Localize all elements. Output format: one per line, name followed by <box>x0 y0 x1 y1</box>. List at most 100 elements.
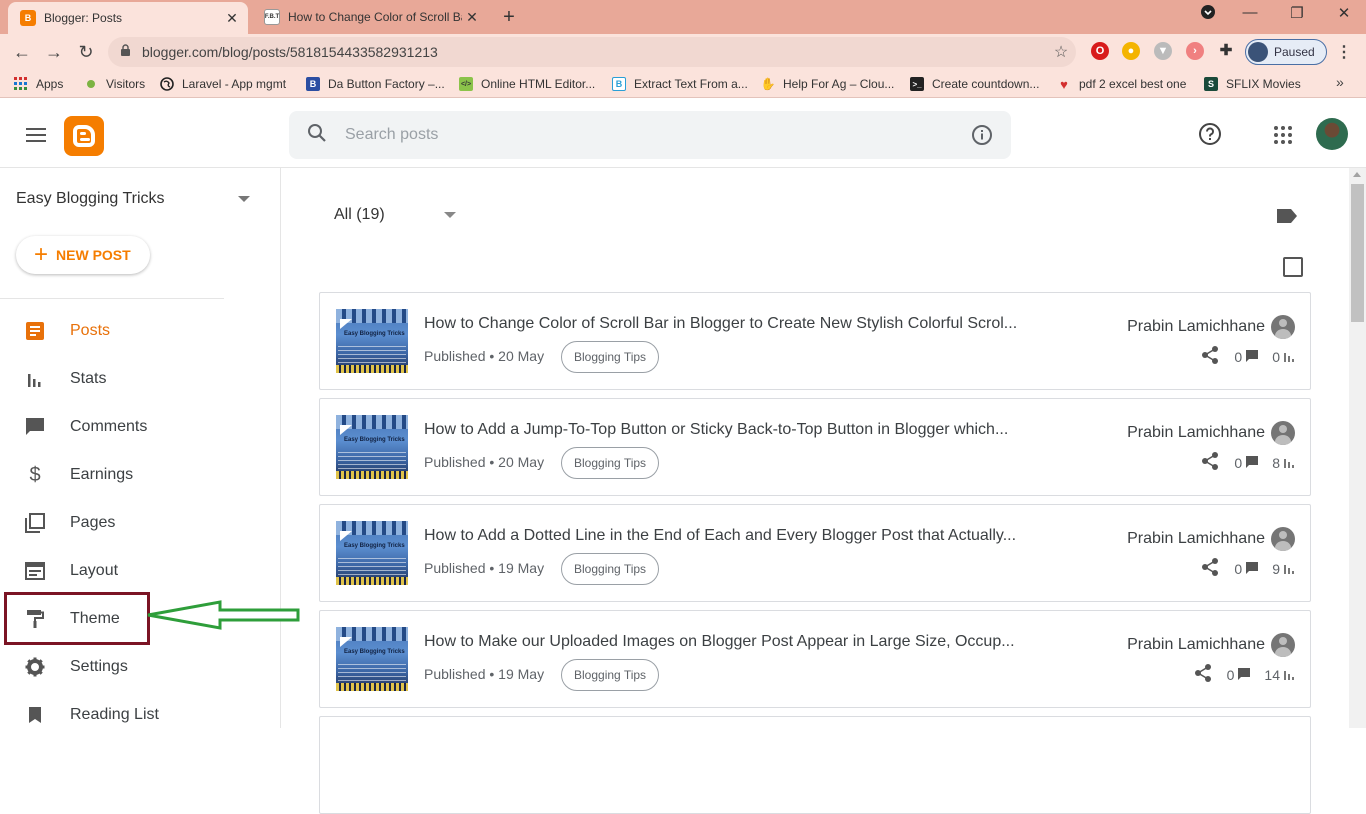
tab-blogger-posts[interactable]: B Blogger: Posts ✕ <box>8 2 248 34</box>
search-icon[interactable] <box>289 123 345 148</box>
select-all-checkbox[interactable] <box>1283 257 1303 277</box>
label-chip[interactable]: Blogging Tips <box>561 341 660 373</box>
label-chip[interactable]: Blogging Tips <box>561 447 660 479</box>
chevron-down-icon[interactable] <box>444 212 456 218</box>
label-chip[interactable]: Blogging Tips <box>561 659 660 691</box>
share-icon[interactable] <box>1193 663 1213 686</box>
bookmark-visitors[interactable]: Visitors <box>84 75 145 93</box>
view-count: 0 <box>1272 348 1280 365</box>
avatar[interactable] <box>1316 118 1348 150</box>
post-row[interactable]: Easy Blogging Tricks How to Add a Dotted… <box>319 504 1311 602</box>
dot-icon <box>84 77 98 91</box>
minimize-icon[interactable]: — <box>1240 4 1260 21</box>
google-apps-icon[interactable] <box>1274 126 1292 144</box>
bookmark-apps[interactable]: Apps <box>14 75 63 93</box>
bookmark-label: Da Button Factory –... <box>328 77 445 91</box>
new-post-button[interactable]: + NEW POST <box>16 236 150 274</box>
hamburger-menu-icon[interactable] <box>26 128 46 142</box>
post-title[interactable]: How to Change Color of Scroll Bar in Blo… <box>424 315 1034 333</box>
bookmark-online-html-editor[interactable]: </> Online HTML Editor... <box>459 75 595 93</box>
chevron-down-icon[interactable] <box>238 196 250 202</box>
search-info-icon[interactable] <box>953 124 1011 146</box>
post-row[interactable]: Easy Blogging Tricks How to Add a Jump-T… <box>319 398 1311 496</box>
sidebar-item-reading-list[interactable]: Reading List <box>0 691 281 739</box>
post-stats: 0 0 <box>1200 345 1294 368</box>
close-tab-icon[interactable]: ✕ <box>222 10 242 27</box>
post-status: Published • 19 May <box>424 560 545 576</box>
dollar-icon: $ <box>29 463 41 486</box>
post-title[interactable]: How to Add a Jump-To-Top Button or Stick… <box>424 421 1034 439</box>
sidebar-item-comments[interactable]: Comments <box>0 403 281 451</box>
share-icon[interactable] <box>1200 451 1220 474</box>
comment-count: 0 <box>1226 666 1235 683</box>
back-icon[interactable]: ← <box>10 40 34 64</box>
scrollbar[interactable] <box>1349 168 1366 728</box>
sidebar-item-stats[interactable]: Stats <box>0 355 281 403</box>
restore-icon[interactable]: ❐ <box>1287 4 1307 22</box>
button-factory-icon: B <box>306 77 320 91</box>
post-author: Prabin Lamichhane <box>1125 315 1295 339</box>
post-filter-dropdown[interactable]: All (19) <box>334 206 385 224</box>
bookmark-extract-text[interactable]: B Extract Text From a... <box>612 75 748 93</box>
apps-grid-icon <box>14 77 28 91</box>
comment-icon <box>1246 561 1259 577</box>
reload-icon[interactable]: ↻ <box>74 40 98 64</box>
sidebar-item-settings[interactable]: Settings <box>0 643 281 691</box>
bookmark-sflix-movies[interactable]: S SFLIX Movies <box>1204 75 1301 93</box>
bookmark-pdf-2-excel[interactable]: ♥ pdf 2 excel best one <box>1057 75 1186 93</box>
post-row[interactable]: Easy Blogging Tricks How to Make our Upl… <box>319 610 1311 708</box>
sidebar-item-pages[interactable]: Pages <box>0 499 281 547</box>
sidebar-item-layout[interactable]: Layout <box>0 547 281 595</box>
post-thumbnail[interactable]: Easy Blogging Tricks <box>336 521 408 585</box>
sidebar-item-earnings[interactable]: $ Earnings <box>0 451 281 499</box>
tab-scroll-bar-article[interactable]: F.B.T How to Change Color of Scroll Ba ✕ <box>252 0 488 34</box>
scrollbar-thumb[interactable] <box>1351 184 1364 322</box>
bookmark-help-for-ag[interactable]: ✋ Help For Ag – Clou... <box>761 75 895 93</box>
blogger-logo[interactable] <box>64 116 104 156</box>
author-avatar <box>1271 315 1295 339</box>
author-avatar <box>1271 421 1295 445</box>
bookmark-da-button-factory[interactable]: B Da Button Factory –... <box>306 75 445 93</box>
bookmark-laravel[interactable]: Laravel - App mgmt <box>160 75 286 93</box>
forward-icon[interactable]: → <box>42 40 66 64</box>
extension-icon[interactable]: ● <box>1122 42 1140 60</box>
views-bar-icon <box>1284 561 1294 577</box>
author-name: Prabin Lamichhane <box>1127 424 1265 441</box>
post-thumbnail[interactable]: Easy Blogging Tricks <box>336 415 408 479</box>
post-thumbnail[interactable]: Easy Blogging Tricks <box>336 627 408 691</box>
close-tab-icon[interactable]: ✕ <box>462 9 482 26</box>
bookmark-create-countdown[interactable]: >_ Create countdown... <box>910 75 1039 93</box>
post-author: Prabin Lamichhane <box>1125 421 1295 445</box>
close-window-icon[interactable]: ✕ <box>1334 4 1354 22</box>
blog-selector[interactable]: Easy Blogging Tricks <box>16 190 165 208</box>
text-icon: B <box>612 77 626 91</box>
post-title[interactable]: How to Add a Dotted Line in the End of E… <box>424 527 1034 545</box>
scroll-up-icon[interactable] <box>1353 172 1361 177</box>
help-icon[interactable] <box>1198 122 1222 151</box>
share-icon[interactable] <box>1200 557 1220 580</box>
sidebar-item-posts[interactable]: Posts <box>0 307 281 355</box>
post-row[interactable] <box>319 716 1311 814</box>
search-input[interactable] <box>345 126 953 144</box>
new-tab-icon[interactable]: + <box>498 6 520 29</box>
label-tag-icon[interactable] <box>1276 208 1298 229</box>
profile-paused-button[interactable]: Paused <box>1245 39 1327 65</box>
share-icon[interactable] <box>1200 345 1220 368</box>
post-status: Published • 20 May <box>424 348 545 364</box>
address-bar[interactable]: blogger.com/blog/posts/58181544335829312… <box>108 37 1076 67</box>
tab-search-icon[interactable] <box>1198 4 1218 24</box>
opera-extension-icon[interactable]: O <box>1091 42 1109 60</box>
browser-toolbar: ← → ↻ blogger.com/blog/posts/58181544335… <box>0 34 1366 70</box>
post-thumbnail[interactable]: Easy Blogging Tricks <box>336 309 408 373</box>
post-title[interactable]: How to Make our Uploaded Images on Blogg… <box>424 633 1034 651</box>
browser-menu-icon[interactable]: ⋮ <box>1336 42 1352 62</box>
post-row[interactable]: Easy Blogging Tricks How to Change Color… <box>319 292 1311 390</box>
extensions-puzzle-icon[interactable]: ✚ <box>1217 42 1235 60</box>
extension-icon[interactable]: › <box>1186 42 1204 60</box>
more-bookmarks-icon[interactable]: » <box>1336 74 1344 90</box>
lock-icon <box>120 44 132 60</box>
bookmark-star-icon[interactable]: ☆ <box>1046 42 1076 62</box>
author-name: Prabin Lamichhane <box>1127 636 1265 653</box>
shield-extension-icon[interactable]: ▼ <box>1154 42 1172 60</box>
label-chip[interactable]: Blogging Tips <box>561 553 660 585</box>
